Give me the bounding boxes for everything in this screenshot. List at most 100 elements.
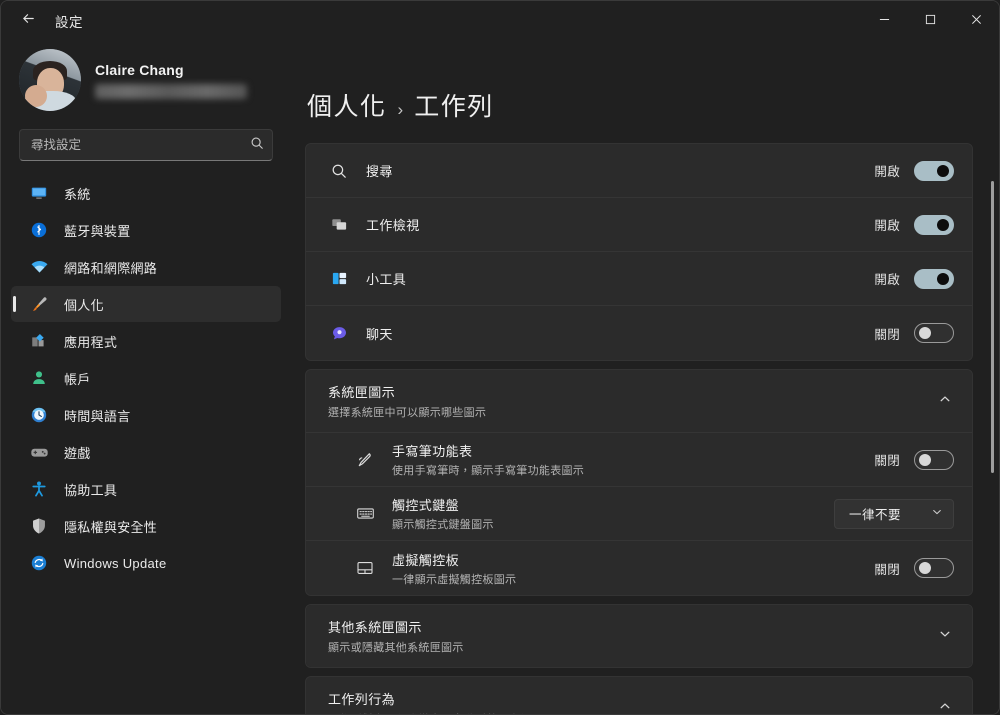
toggle-state-label: 關閉 — [874, 562, 900, 577]
sidebar-item-label: 系統 — [64, 186, 91, 202]
sidebar-item-network-internet[interactable]: 網路和網際網路 — [11, 249, 281, 285]
setting-row-task-view[interactable]: 工作檢視 開啟 — [306, 198, 972, 252]
sidebar-item-privacy-security[interactable]: 隱私權與安全性 — [11, 508, 281, 544]
accessibility-icon — [29, 479, 49, 499]
wifi-icon — [29, 257, 49, 277]
update-icon — [29, 553, 49, 573]
pen-menu-toggle[interactable] — [914, 449, 954, 470]
sidebar-item-bluetooth-devices[interactable]: 藍牙與裝置 — [11, 212, 281, 248]
window-title: 設定 — [55, 15, 83, 30]
toggle-state-label: 關閉 — [874, 454, 900, 468]
sidebar-item-accounts[interactable]: 帳戶 — [11, 360, 281, 396]
setting-row-widgets[interactable]: 小工具 開啟 — [306, 252, 972, 306]
scrollbar-thumb[interactable] — [991, 181, 994, 473]
setting-label: 虛擬觸控板 — [392, 552, 460, 568]
shield-icon — [29, 516, 49, 536]
setting-row-chat[interactable]: 聊天 關閉 — [306, 306, 972, 360]
maximize-icon — [925, 12, 936, 30]
search-toggle[interactable] — [914, 160, 954, 181]
setting-sublabel: 使用手寫筆時，顯示手寫筆功能表圖示 — [392, 465, 585, 477]
chevron-down-icon — [931, 505, 943, 523]
setting-label: 小工具 — [366, 272, 407, 287]
section-title: 系統匣圖示 — [328, 385, 396, 400]
dropdown-value: 一律不要 — [849, 508, 902, 522]
gamepad-icon — [29, 442, 49, 462]
sidebar-item-label: 協助工具 — [64, 482, 118, 498]
chevron-up-icon — [938, 699, 952, 715]
back-button[interactable] — [11, 6, 45, 36]
setting-label: 工作檢視 — [366, 218, 420, 233]
settings-scroll-area: 個人化 › 工作列 搜尋 開啟 工作檢視 開啟 小工具 開啟 聊天 關閉 系統匣… — [291, 41, 999, 714]
search-input[interactable] — [19, 129, 273, 161]
sidebar-item-label: 藍牙與裝置 — [64, 223, 131, 239]
sidebar-item-accessibility[interactable]: 協助工具 — [11, 471, 281, 507]
sidebar-item-label: 遊戲 — [64, 445, 91, 461]
setting-label: 手寫筆功能表 — [392, 444, 473, 459]
widgets-icon — [328, 268, 350, 290]
widgets-toggle[interactable] — [914, 268, 954, 289]
account-name: Claire Chang — [95, 61, 184, 78]
sidebar-item-time-language[interactable]: 時間與語言 — [11, 397, 281, 433]
minimize-button[interactable] — [861, 1, 907, 41]
scrollbar-track[interactable] — [991, 136, 994, 696]
system-tray-icons-card: 系統匣圖示 選擇系統匣中可以顯示哪些圖示 手寫筆功能表 使用手寫筆時，顯示手寫筆… — [305, 369, 973, 596]
avatar — [19, 49, 81, 111]
toggle-state-label: 開啟 — [874, 165, 900, 179]
close-icon — [971, 12, 982, 30]
sidebar-item-label: 時間與語言 — [64, 408, 131, 424]
title-bar: 設定 — [1, 1, 999, 41]
chevron-down-icon — [938, 627, 952, 646]
arrow-left-icon — [21, 11, 36, 31]
settings-window: 設定 Claire Chang 尋找設定 系統 藍牙與裝置 網路和網際網路 個人… — [0, 0, 1000, 715]
task-view-toggle[interactable] — [914, 214, 954, 235]
setting-sublabel: 一律顯示虛擬觸控板圖示 — [392, 573, 517, 586]
other-tray-section-header[interactable]: 其他系統匣圖示 顯示或隱藏其他系統匣圖示 — [306, 605, 972, 667]
taskbar-behavior-card: 工作列行為 工作列對齊、頒發徽章、自動隱藏及多個顯示器 工作列對齊 — [305, 676, 973, 714]
close-button[interactable] — [953, 1, 999, 41]
breadcrumb-root[interactable]: 個人化 — [307, 87, 387, 123]
setting-label: 聊天 — [366, 326, 393, 342]
section-subtitle: 顯示或隱藏其他系統匣圖示 — [328, 642, 464, 654]
system-tray-section-header[interactable]: 系統匣圖示 選擇系統匣中可以顯示哪些圖示 — [306, 370, 972, 432]
bluetooth-icon — [29, 220, 49, 240]
other-tray-icons-card: 其他系統匣圖示 顯示或隱藏其他系統匣圖示 — [305, 604, 973, 668]
search-box — [19, 129, 273, 161]
account-email-redacted — [95, 83, 247, 99]
touchpad-icon — [354, 557, 376, 579]
setting-sublabel: 顯示觸控式鍵盤圖示 — [392, 519, 494, 531]
setting-row-pen-menu[interactable]: 手寫筆功能表 使用手寫筆時，顯示手寫筆功能表圖示 關閉 — [306, 433, 972, 487]
sidebar: Claire Chang 尋找設定 系統 藍牙與裝置 網路和網際網路 個人化 應… — [1, 41, 291, 714]
sidebar-item-personalization[interactable]: 個人化 — [11, 286, 281, 322]
breadcrumb-current: 工作列 — [414, 93, 494, 121]
sidebar-nav: 系統 藍牙與裝置 網路和網際網路 個人化 應用程式 帳戶 時間與語言 遊戲 協助… — [11, 175, 281, 581]
sidebar-item-label: 個人化 — [64, 297, 104, 313]
sidebar-item-label: 應用程式 — [64, 334, 118, 350]
sidebar-item-system[interactable]: 系統 — [11, 175, 281, 211]
main-content: 個人化 › 工作列 搜尋 開啟 工作檢視 開啟 小工具 開啟 聊天 關閉 系統匣… — [291, 41, 999, 714]
toggle-state-label: 開啟 — [874, 219, 900, 233]
setting-row-touch-keyboard[interactable]: 觸控式鍵盤 顯示觸控式鍵盤圖示 一律不要 — [306, 487, 972, 541]
virtual-touchpad-toggle[interactable] — [914, 558, 954, 578]
section-title: 其他系統匣圖示 — [328, 620, 422, 635]
setting-row-virtual-touchpad[interactable]: 虛擬觸控板 一律顯示虛擬觸控板圖示 關閉 — [306, 541, 972, 595]
pen-icon — [354, 449, 376, 471]
sidebar-item-label: 帳戶 — [64, 371, 91, 387]
touch-keyboard-dropdown[interactable]: 一律不要 — [834, 498, 954, 529]
sidebar-item-windows-update[interactable]: Windows Update — [11, 545, 281, 581]
sidebar-item-gaming[interactable]: 遊戲 — [11, 434, 281, 470]
maximize-button[interactable] — [907, 1, 953, 41]
sidebar-item-apps[interactable]: 應用程式 — [11, 323, 281, 359]
sidebar-item-label: 隱私權與安全性 — [64, 519, 158, 535]
monitor-icon — [29, 183, 49, 203]
taskbar-behavior-section-header[interactable]: 工作列行為 工作列對齊、頒發徽章、自動隱藏及多個顯示器 — [306, 677, 972, 714]
taskview-icon — [328, 214, 350, 236]
apps-icon — [29, 331, 49, 351]
chat-icon — [328, 322, 350, 344]
paintbrush-icon — [29, 294, 49, 314]
chat-toggle[interactable] — [914, 323, 954, 343]
setting-row-search[interactable]: 搜尋 開啟 — [306, 144, 972, 198]
setting-label: 觸控式鍵盤 — [392, 498, 460, 513]
taskbar-items-card: 搜尋 開啟 工作檢視 開啟 小工具 開啟 聊天 關閉 — [305, 143, 973, 361]
account-card[interactable]: Claire Chang — [11, 41, 281, 121]
clock-icon — [29, 405, 49, 425]
